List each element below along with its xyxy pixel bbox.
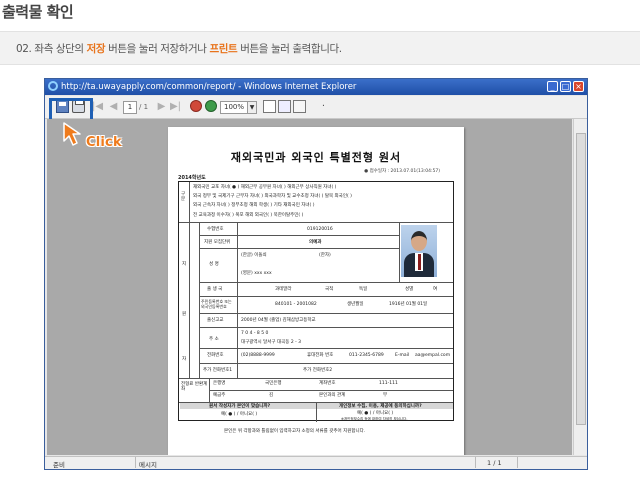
extra-phone2-label: 추가 전화번호2 [303,368,333,373]
major-label: 지원 모집단위 [204,240,231,245]
email-label: E-mail [395,353,410,358]
birthdate-label: 생년월일 [347,302,364,307]
document-title: 재외국민과 외국인 특별전형 원서 [230,151,402,164]
birth-country-value: 과테말라 [275,287,292,292]
status-ready: 준비 [53,461,65,469]
account-value: 111-111 [379,381,398,386]
submission-date: ● 접수일자 : 2013.07.01(13:04:57) [364,169,440,174]
zoom-out-icon[interactable] [190,100,202,112]
scrollbar-thumb[interactable] [576,133,586,425]
vertical-scrollbar[interactable] [573,119,587,455]
mobile-label: 휴대전화 번호 [307,353,334,358]
application-form-table: 구 분 재외국민 교포 자녀( ● ) 해외근무 공무원 자녀( ) 해외근무 … [178,181,454,422]
academic-year: 2014학년도 [178,175,206,181]
minimize-button[interactable]: _ [547,81,558,92]
maximize-button[interactable]: □ [560,81,571,92]
relation-value: 부 [383,393,388,398]
bank-label: 은행명 [213,381,226,386]
extra-phone1-label: 추가 전화번호1 [203,368,233,373]
instruction-text: 02. 좌측 상단의 저장 버튼을 눌러 저장하거나 프린트 버튼을 눌러 출력… [16,41,342,56]
option-line-4: 전 교육과정 이수자( ) 복포 해외 외국인( ) 북한이탈주민( ) [193,213,304,218]
side-label-ji: 지 [182,262,187,267]
side-label-won: 원 [182,312,187,317]
nationality-value: 독일 [359,287,368,292]
exam-no-label: 수험번호 [207,227,224,232]
school-value: 2000년 04월 (졸업) 김해삼방고등학교 [241,318,316,323]
consent-privacy-question: 개인정보 수집, 이용, 제공에 동의하십니까? [339,404,422,409]
page-number-input[interactable]: 1 [123,101,137,114]
ie-logo-icon [48,81,58,91]
address-label: 주 소 [209,337,219,342]
birthdate-value: 1916년 01월 01일 [389,302,428,307]
gubun-label: 구 분 [181,192,186,202]
page-heading: 출력물 확인 [2,3,74,21]
name-english: (영문) xxx xxx [241,271,272,276]
window-title: http://ta.uwayapply.com/common/report/ -… [61,82,357,92]
school-label: 출신고교 [207,318,224,323]
toolbar-options-icon[interactable]: · [317,100,330,113]
address-value: 대구광역시 달서구 대곡동 2 - 3 [241,340,302,345]
nationality-label: 국적 [325,287,334,292]
status-bar: 준비 메시지 1 / 1 [45,456,587,469]
side-label-ja: 자 [182,357,187,362]
consent-privacy-answer: 예( ● ) / 아니요( ) [357,411,394,416]
multi-page-icon[interactable] [278,100,291,113]
phone-label: 전화번호 [207,353,224,358]
application-form-page: 재외국민과 외국인 특별전형 원서 ● 접수일자 : 2013.07.01(13… [168,127,464,455]
status-message: 메시지 [139,461,157,469]
status-page: 1 / 1 [487,459,502,467]
gender-label: 성별 [405,287,414,292]
mobile-value: 011-2345-6789 [349,353,384,358]
click-callout-label: Click [86,135,122,150]
consent-privacy-note: ※개인정보수집 등에 대하여 자세히 보십니다. [341,417,408,421]
birth-country-label: 출 생 국 [207,287,223,292]
option-line-3: 외국 근속자 자녀( ) 정부초청 해외 학생( ) 기타 재외국민 자녀( ) [193,203,315,208]
email-value: aa@empal.com [415,353,451,358]
option-line-2: 외국 정부 및 국제기구 근무자 자녀( ) 외국과학자 및 교수초청 자녀( … [193,194,352,199]
instruction-middle: 버튼을 눌러 저장하거나 [105,43,210,55]
name-korean: (한글) 이돌쇠 [241,253,267,258]
exam-no-value: 019120016 [307,227,333,232]
resident-no-label: 주민등록번호 또는 외국인등록번호 [201,299,232,309]
resident-no-value: 840101 - 2001082 [275,302,317,307]
gender-value: 여 [433,287,438,292]
browser-window: http://ta.uwayapply.com/common/report/ -… [44,78,588,470]
report-toolbar: |◀ ◀ 1 / 1 ▶ ▶| 100% ▼ · [45,96,587,119]
instruction-bar: 02. 좌측 상단의 저장 버튼을 눌러 저장하거나 프린트 버튼을 눌러 출력… [0,31,640,65]
phone-value: (02)8888-9999 [241,353,275,358]
refund-account-label: 전형료 반환계좌 [181,382,208,392]
name-label: 성 명 [209,262,219,267]
page-total: / 1 [139,103,149,111]
zip-code: 7 0 4 - 8 5 0 [241,331,269,336]
holder-label: 예금주 [213,393,226,398]
chevron-down-icon[interactable]: ▼ [247,101,257,114]
bank-value: 국민은행 [265,381,282,386]
relation-label: 본인과의 관계 [319,393,346,398]
option-line-1: 재외국민 교포 자녀( ● ) 해외근무 공무원 자녀( ) 해외근무 상사직원… [193,185,337,190]
instruction-suffix: 버튼을 눌러 출력합니다. [237,43,342,55]
zoom-select[interactable]: 100% [220,101,248,114]
instruction-save-word: 저장 [86,43,106,55]
consent-identity-answer: 예( ● ) / 아니요( ) [221,412,258,417]
applicant-photo [401,225,437,277]
name-hanja: (한자) [319,253,331,258]
footer-declaration: 본인은 위 각항과와 틀림없이 입력하고자 소정의 서류를 갖추어 지원합니다. [224,429,366,434]
holder-value: 김 [269,393,274,398]
major-value: 의예과 [309,240,322,245]
prev-page-icon[interactable]: ◀ [107,100,120,113]
instruction-print-word: 프린트 [209,43,238,55]
close-button[interactable]: × [573,81,584,92]
report-viewport[interactable]: 재외국민과 외국인 특별전형 원서 ● 접수일자 : 2013.07.01(13… [47,119,572,455]
instruction-prefix: 02. 좌측 상단의 [16,43,87,55]
single-page-icon[interactable] [263,100,276,113]
window-titlebar: http://ta.uwayapply.com/common/report/ -… [45,79,587,95]
fit-page-icon[interactable] [293,100,306,113]
last-page-icon[interactable]: ▶| [169,100,182,113]
zoom-in-icon[interactable] [205,100,217,112]
next-page-icon[interactable]: ▶ [155,100,168,113]
account-label: 계좌번호 [319,381,336,386]
consent-identity-question: 원서 작성자가 본인이 맞습니까? [209,404,271,409]
